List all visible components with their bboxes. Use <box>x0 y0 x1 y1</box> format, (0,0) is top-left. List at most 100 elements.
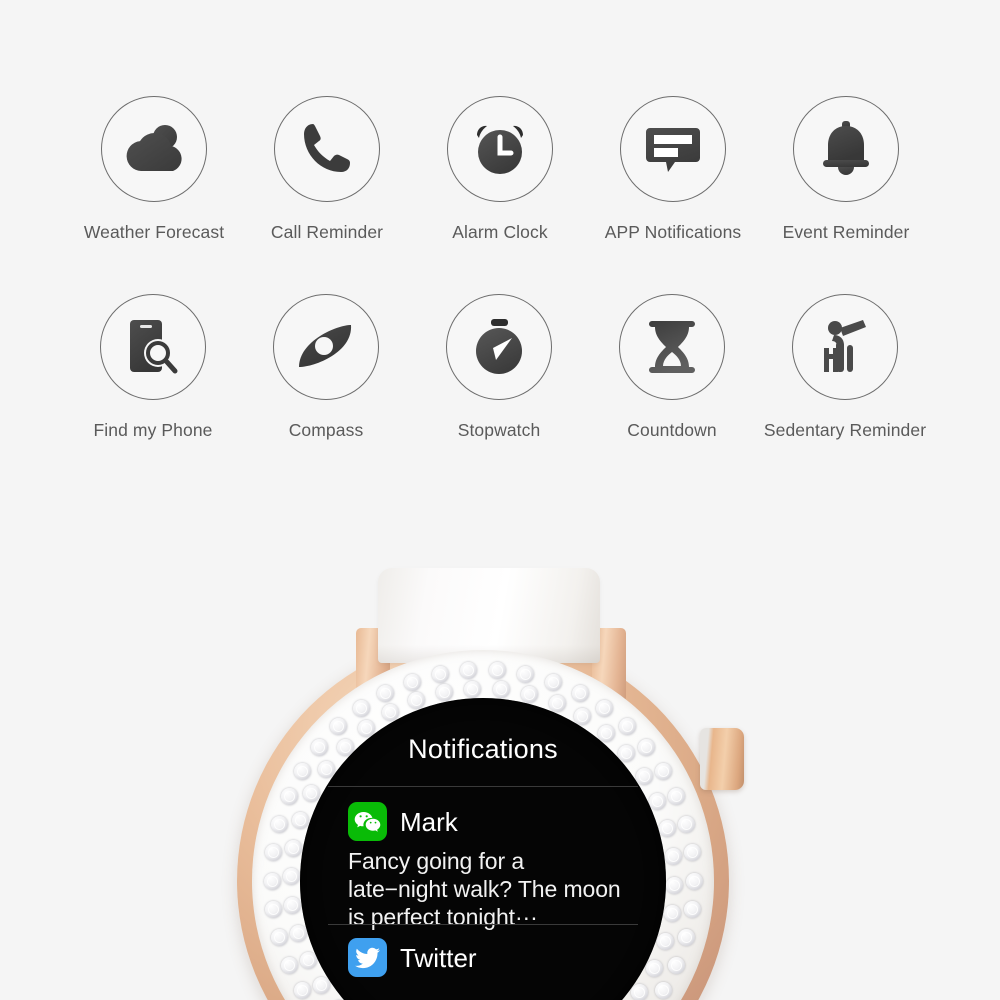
speech-bubble-icon <box>645 123 701 175</box>
twitter-icon <box>348 938 387 977</box>
bezel-gem <box>460 661 478 679</box>
notification-body-line: late−night walk? The moon <box>348 876 621 903</box>
notification-body-line: Fancy going for a <box>348 848 525 874</box>
bezel-gem <box>596 700 614 718</box>
notification-sender: Twitter <box>400 942 477 973</box>
bezel-gem <box>299 951 317 969</box>
stopwatch-icon <box>472 318 526 376</box>
bezel-gem <box>265 901 283 919</box>
wechat-icon <box>348 802 387 841</box>
call-reminder-icon-circle[interactable] <box>274 96 380 202</box>
bezel-gem <box>656 933 674 951</box>
bezel-gem <box>659 820 677 838</box>
bezel-gem <box>654 982 672 1000</box>
weather-forecast-icon-circle[interactable] <box>101 96 207 202</box>
bezel-gem <box>403 673 421 691</box>
feature-sedentary-reminder[interactable]: Sedentary Reminder <box>745 294 945 484</box>
feature-compass[interactable]: Compass <box>226 294 426 484</box>
app-notifications-icon-circle[interactable] <box>620 96 726 202</box>
phone-handset-icon <box>302 122 352 176</box>
feature-row-1: Weather Forecast Call Reminder Alarm Clo… <box>0 96 1000 286</box>
feature-label: APP Notifications <box>604 222 742 242</box>
bezel-gem <box>280 788 298 806</box>
event-reminder-icon-circle[interactable] <box>793 96 899 202</box>
bezel-gem <box>635 767 653 785</box>
feature-label: Countdown <box>627 420 717 440</box>
feature-label: Sedentary Reminder <box>763 420 927 440</box>
feature-countdown[interactable]: Countdown <box>572 294 772 484</box>
bezel-gem <box>683 901 701 919</box>
bezel-gem <box>618 718 636 736</box>
bezel-gem <box>488 661 506 679</box>
notification-item[interactable]: Mark Fancy going for a late−night walk? … <box>348 802 656 931</box>
alarm-clock-icon-circle[interactable] <box>447 96 553 202</box>
bell-icon <box>820 121 872 177</box>
notification-item[interactable]: Twitter <box>348 938 656 977</box>
notification-sender: Mark <box>400 806 458 837</box>
feature-find-my-phone[interactable]: Find my Phone <box>53 294 253 484</box>
bezel-gem <box>285 839 303 857</box>
bezel-gem <box>548 695 566 713</box>
bezel-gem <box>271 815 289 833</box>
screen-title: Notifications <box>408 734 558 764</box>
bezel-gem <box>663 905 681 923</box>
feature-label: Alarm Clock <box>452 222 548 242</box>
bezel-gem <box>654 762 672 780</box>
countdown-icon-circle[interactable] <box>619 294 725 400</box>
bezel-gem <box>668 956 686 974</box>
feature-label: Call Reminder <box>270 222 384 242</box>
bezel-gem <box>289 924 307 942</box>
watch-product-image: Notifications Mark Fancy going for a lat… <box>0 500 1000 1000</box>
stretching-person-icon <box>818 318 872 376</box>
bezel-gem <box>571 685 589 703</box>
bezel-gem <box>282 868 300 886</box>
feature-label: Event Reminder <box>782 222 910 242</box>
bezel-gem <box>677 929 695 947</box>
bezel-gem <box>664 848 682 866</box>
bezel-gem <box>685 872 703 890</box>
notification-body-line: is perfect tonight··· <box>348 904 538 931</box>
bezel-gem <box>294 982 312 1000</box>
compass-icon-circle[interactable] <box>273 294 379 400</box>
watch-screen[interactable]: Notifications Mark Fancy going for a lat… <box>300 698 666 1000</box>
phone-search-icon <box>126 318 180 376</box>
bezel-gem <box>330 718 348 736</box>
bezel-gem <box>493 681 511 699</box>
feature-call-reminder[interactable]: Call Reminder <box>227 96 427 286</box>
product-feature-page: Weather Forecast Call Reminder Alarm Clo… <box>0 0 1000 1000</box>
bezel-gem <box>464 680 482 698</box>
find-my-phone-icon-circle[interactable] <box>100 294 206 400</box>
bezel-gem <box>431 665 449 683</box>
feature-label: Weather Forecast <box>83 222 225 242</box>
cloud-sun-icon <box>123 123 185 175</box>
stopwatch-icon-circle[interactable] <box>446 294 552 400</box>
bezel-gem <box>265 843 283 861</box>
bezel-gem <box>377 685 395 703</box>
notification-header: Twitter <box>348 938 656 977</box>
sedentary-reminder-icon-circle[interactable] <box>792 294 898 400</box>
feature-weather-forecast[interactable]: Weather Forecast <box>54 96 254 286</box>
hourglass-icon <box>648 319 696 375</box>
bezel-gem <box>517 665 535 683</box>
bezel-gem <box>294 762 312 780</box>
bezel-gem <box>408 692 426 710</box>
feature-alarm-clock[interactable]: Alarm Clock <box>400 96 600 286</box>
watch-band <box>378 568 600 663</box>
feature-app-notifications[interactable]: APP Notifications <box>573 96 773 286</box>
notification-header: Mark <box>348 802 656 841</box>
bezel-gem <box>666 876 684 894</box>
bezel-gem <box>284 896 302 914</box>
screen-divider-bottom <box>328 924 638 925</box>
feature-label: Stopwatch <box>457 420 541 440</box>
bezel-gem <box>292 811 310 829</box>
bezel-gem <box>683 843 701 861</box>
feature-event-reminder[interactable]: Event Reminder <box>746 96 946 286</box>
bezel-gem <box>630 984 648 1000</box>
feature-stopwatch[interactable]: Stopwatch <box>399 294 599 484</box>
bezel-gem <box>677 815 695 833</box>
notification-body: Fancy going for a late−night walk? The m… <box>348 847 656 931</box>
feature-label: Compass <box>288 420 364 440</box>
bezel-gem <box>280 956 298 974</box>
bezel-gem <box>668 788 686 806</box>
compass-icon <box>297 322 355 372</box>
